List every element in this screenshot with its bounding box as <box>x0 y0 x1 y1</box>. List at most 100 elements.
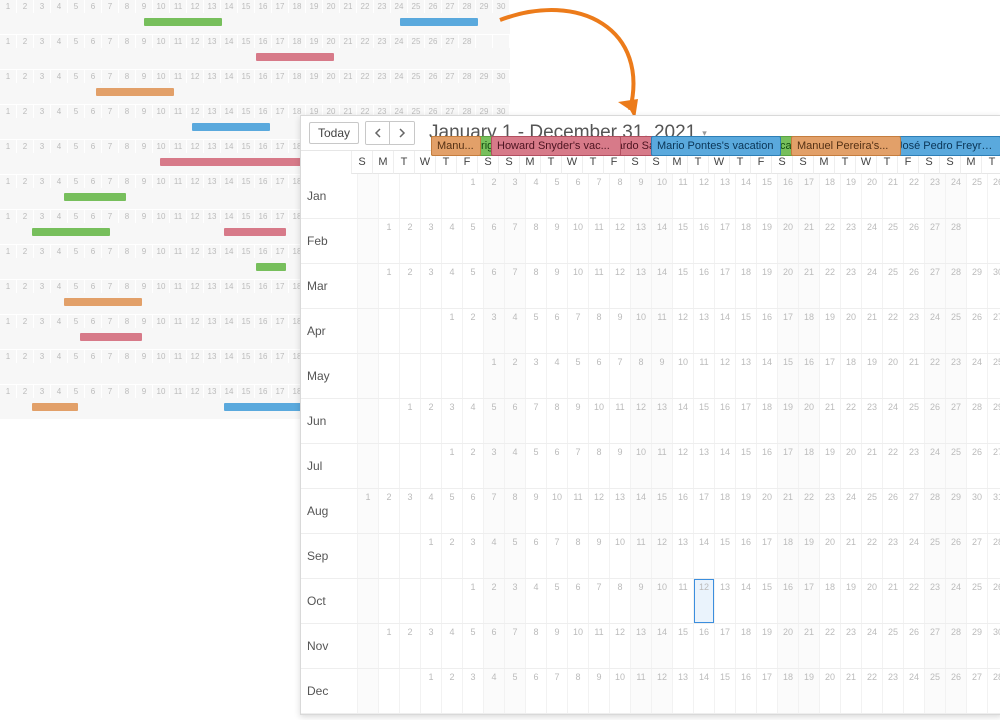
day-cell[interactable]: 22 <box>903 579 924 623</box>
day-cell[interactable]: 3 <box>483 309 504 353</box>
day-cell[interactable]: 3 <box>420 219 441 263</box>
day-cell[interactable]: 14 <box>756 354 777 398</box>
day-cell[interactable] <box>357 579 378 623</box>
day-cell[interactable] <box>420 444 441 488</box>
day-cell[interactable]: 16 <box>777 579 798 623</box>
day-cell[interactable]: 24 <box>903 534 924 578</box>
day-cell[interactable] <box>378 579 399 623</box>
day-cell[interactable]: 5 <box>525 309 546 353</box>
day-cell[interactable]: 22 <box>882 444 903 488</box>
day-cell[interactable]: 19 <box>756 219 777 263</box>
day-cell[interactable]: 13 <box>609 489 630 533</box>
day-cell[interactable]: 30 <box>966 489 987 533</box>
day-cell[interactable]: 15 <box>672 624 693 668</box>
day-cell[interactable]: 10 <box>651 579 672 623</box>
day-cell[interactable]: 4 <box>441 264 462 308</box>
day-cell[interactable]: 14 <box>714 444 735 488</box>
day-cell[interactable] <box>987 219 1000 263</box>
day-cell[interactable]: 7 <box>504 624 525 668</box>
day-cell[interactable]: 3 <box>462 534 483 578</box>
day-cell[interactable]: 26 <box>882 489 903 533</box>
day-cell[interactable]: 19 <box>840 579 861 623</box>
day-cell[interactable]: 27 <box>966 534 987 578</box>
day-cell[interactable]: 11 <box>693 354 714 398</box>
day-cell[interactable]: 17 <box>777 444 798 488</box>
day-cell[interactable]: 26 <box>924 399 945 443</box>
day-cell[interactable]: 17 <box>777 309 798 353</box>
day-cell[interactable]: 22 <box>819 624 840 668</box>
day-cell[interactable]: 28 <box>966 399 987 443</box>
day-cell[interactable] <box>399 354 420 398</box>
day-cell[interactable]: 26 <box>987 174 1000 218</box>
day-cell[interactable]: 20 <box>777 264 798 308</box>
day-cell[interactable]: 10 <box>609 534 630 578</box>
day-cell[interactable]: 9 <box>546 264 567 308</box>
day-cell[interactable]: 22 <box>924 354 945 398</box>
day-cell[interactable]: 18 <box>819 579 840 623</box>
day-cell[interactable]: 1 <box>420 534 441 578</box>
day-cell[interactable]: 3 <box>420 624 441 668</box>
day-cell[interactable]: 27 <box>987 309 1000 353</box>
day-cell[interactable]: 28 <box>945 264 966 308</box>
day-cell[interactable]: 28 <box>945 219 966 263</box>
day-cell[interactable]: 20 <box>777 219 798 263</box>
day-cell[interactable]: 3 <box>462 669 483 713</box>
day-cell[interactable]: 2 <box>399 264 420 308</box>
day-cell[interactable]: 7 <box>588 174 609 218</box>
day-cell[interactable]: 7 <box>504 219 525 263</box>
day-cell[interactable] <box>378 669 399 713</box>
day-cell[interactable]: 19 <box>840 174 861 218</box>
day-cell[interactable]: 2 <box>399 219 420 263</box>
day-cell[interactable]: 9 <box>651 354 672 398</box>
day-cell[interactable]: 7 <box>546 669 567 713</box>
day-cell[interactable]: 14 <box>672 399 693 443</box>
day-cell[interactable]: 18 <box>819 174 840 218</box>
day-cell[interactable]: 19 <box>798 534 819 578</box>
day-cell[interactable]: 16 <box>672 489 693 533</box>
day-cell[interactable]: 17 <box>714 624 735 668</box>
day-cell[interactable]: 1 <box>441 444 462 488</box>
day-cell[interactable]: 13 <box>672 534 693 578</box>
day-cell[interactable]: 25 <box>945 444 966 488</box>
day-cell[interactable]: 2 <box>483 579 504 623</box>
day-cell[interactable]: 13 <box>651 399 672 443</box>
day-cell[interactable] <box>378 309 399 353</box>
day-cell[interactable]: 13 <box>630 264 651 308</box>
day-cell[interactable]: 14 <box>651 624 672 668</box>
day-cell[interactable]: 4 <box>441 624 462 668</box>
day-cell[interactable]: 13 <box>672 669 693 713</box>
day-cell[interactable]: 12 <box>609 624 630 668</box>
day-cell[interactable]: 29 <box>945 489 966 533</box>
day-cell[interactable]: 24 <box>945 174 966 218</box>
day-cell[interactable]: 14 <box>693 669 714 713</box>
day-cell[interactable]: 6 <box>546 309 567 353</box>
day-cell[interactable]: 5 <box>462 264 483 308</box>
day-cell[interactable]: 1 <box>462 579 483 623</box>
day-cell[interactable]: 23 <box>840 624 861 668</box>
day-cell[interactable]: 1 <box>399 399 420 443</box>
day-cell[interactable]: 19 <box>735 489 756 533</box>
day-cell[interactable]: 3 <box>525 354 546 398</box>
day-cell[interactable]: 3 <box>420 264 441 308</box>
day-cell[interactable]: 25 <box>903 399 924 443</box>
day-cell[interactable]: 11 <box>630 669 651 713</box>
day-cell[interactable]: 15 <box>693 399 714 443</box>
day-cell[interactable]: 8 <box>525 624 546 668</box>
day-cell[interactable] <box>966 219 987 263</box>
day-cell[interactable]: 21 <box>861 309 882 353</box>
day-cell[interactable]: 23 <box>903 309 924 353</box>
day-cell[interactable]: 20 <box>777 624 798 668</box>
day-cell[interactable]: 26 <box>966 444 987 488</box>
day-cell[interactable]: 31 <box>987 489 1000 533</box>
day-cell[interactable]: 22 <box>819 264 840 308</box>
day-cell[interactable]: 19 <box>819 309 840 353</box>
day-cell[interactable]: 12 <box>693 579 714 623</box>
day-cell[interactable]: 17 <box>693 489 714 533</box>
day-cell[interactable]: 4 <box>525 579 546 623</box>
day-cell[interactable] <box>399 534 420 578</box>
day-cell[interactable]: 21 <box>819 399 840 443</box>
day-cell[interactable] <box>399 174 420 218</box>
day-cell[interactable] <box>357 264 378 308</box>
day-cell[interactable]: 22 <box>882 309 903 353</box>
day-cell[interactable] <box>399 579 420 623</box>
